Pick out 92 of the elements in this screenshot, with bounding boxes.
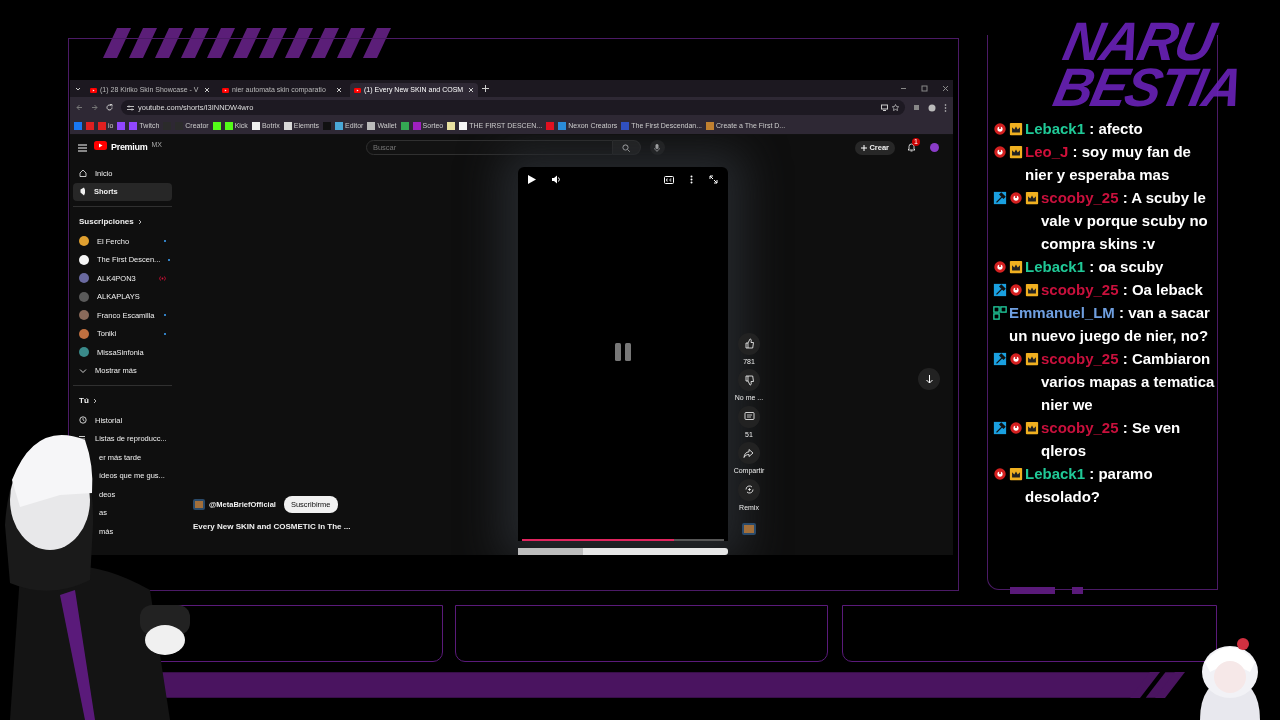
badge-ring-icon bbox=[993, 122, 1007, 136]
video-logo-icon bbox=[354, 87, 361, 93]
comment-icon bbox=[743, 411, 755, 422]
chevron-down-icon bbox=[79, 367, 87, 374]
dislike-icon bbox=[743, 374, 755, 386]
volume-icon[interactable] bbox=[552, 175, 561, 184]
hammer-icon bbox=[993, 283, 1007, 297]
star-icon[interactable] bbox=[892, 104, 899, 111]
badge-ring-icon bbox=[993, 145, 1007, 159]
menu-icon[interactable] bbox=[78, 143, 87, 152]
crown-icon bbox=[1009, 145, 1023, 159]
playlist-icon bbox=[79, 434, 87, 443]
hammer-icon bbox=[993, 421, 1007, 435]
grid-badge-icon bbox=[993, 306, 1007, 320]
close-icon[interactable] bbox=[942, 85, 949, 92]
chat-message: scooby_25 : Se ven qleros bbox=[1041, 418, 1182, 461]
video-title[interactable]: Every New SKIN and COSMETIC In The ... bbox=[193, 521, 440, 533]
home-icon bbox=[79, 169, 87, 178]
bookmark-icon[interactable] bbox=[400, 122, 409, 130]
microphone-button[interactable] bbox=[649, 140, 665, 155]
badge-ring-icon bbox=[1009, 191, 1023, 205]
bell-icon[interactable] bbox=[907, 143, 916, 152]
chat-message: Leback1 : afecto bbox=[1025, 119, 1144, 139]
chat-message: scooby_25 : Cambiaron varios mapas a tematica nier we bbox=[1041, 349, 1216, 415]
badge-ring-icon bbox=[1009, 352, 1023, 366]
crown-icon bbox=[1009, 260, 1023, 274]
play-icon[interactable] bbox=[528, 175, 536, 184]
profile-avatar-icon[interactable] bbox=[928, 103, 936, 112]
search-button[interactable] bbox=[612, 140, 641, 155]
share-button[interactable] bbox=[738, 442, 760, 464]
hammer-icon bbox=[993, 191, 1007, 205]
crown-icon bbox=[1025, 352, 1039, 366]
close-icon[interactable] bbox=[468, 87, 474, 93]
chat-message: Leo_J : soy muy fan de nier y esperaba mas bbox=[1025, 142, 1192, 185]
cast-icon[interactable] bbox=[881, 104, 888, 111]
arrow-down-icon bbox=[924, 374, 934, 384]
badge-ring-icon bbox=[993, 260, 1007, 274]
video-logo-icon bbox=[90, 87, 97, 93]
like-button[interactable] bbox=[738, 332, 760, 355]
minimize-icon[interactable] bbox=[900, 85, 907, 92]
section-heading[interactable]: Tú bbox=[79, 395, 89, 407]
logo-text: NARU bbox=[1060, 18, 1220, 64]
chevron-right-icon bbox=[92, 398, 97, 404]
plus-icon[interactable] bbox=[482, 85, 489, 92]
chat-message: Leback1 : oa scuby bbox=[1025, 257, 1165, 277]
more-icon[interactable] bbox=[690, 175, 693, 184]
back-icon[interactable] bbox=[76, 104, 83, 111]
crown-icon bbox=[1025, 191, 1039, 205]
channel-avatar-icon[interactable] bbox=[193, 498, 205, 510]
extensions-icon[interactable] bbox=[913, 104, 920, 111]
youtube-logo-icon[interactable] bbox=[94, 140, 107, 150]
pause-icon[interactable] bbox=[615, 342, 631, 361]
like-icon bbox=[743, 338, 755, 349]
hammer-icon bbox=[993, 352, 1007, 366]
bookmark-icon[interactable] bbox=[447, 122, 456, 130]
close-icon[interactable] bbox=[204, 87, 210, 93]
avatar-icon[interactable] bbox=[930, 143, 939, 152]
crown-icon bbox=[1025, 283, 1039, 297]
dislike-button[interactable] bbox=[738, 369, 760, 391]
brand-name[interactable]: Premium bbox=[111, 140, 148, 155]
maximize-icon[interactable] bbox=[921, 85, 928, 92]
history-icon bbox=[79, 416, 87, 425]
comment-button[interactable] bbox=[738, 405, 760, 428]
chat-message: Leback1 : paramo desolado? bbox=[1025, 464, 1154, 507]
video-logo-icon bbox=[222, 87, 229, 93]
remix-icon bbox=[743, 484, 755, 495]
badge-ring-icon bbox=[1009, 283, 1023, 297]
shorts-icon bbox=[79, 187, 86, 197]
microphone-icon bbox=[654, 143, 661, 152]
section-heading[interactable]: Suscripciones bbox=[79, 216, 134, 228]
chevron-right-icon bbox=[137, 219, 142, 225]
plus-icon bbox=[861, 144, 868, 151]
badge-ring-icon bbox=[1009, 421, 1023, 435]
chat-message: scooby_25 : A scuby le vale v porque scuby no compra skins :v bbox=[1041, 188, 1209, 254]
share-icon bbox=[743, 447, 755, 459]
captions-icon[interactable] bbox=[664, 175, 674, 184]
chat-message: scooby_25 : Oa leback bbox=[1041, 280, 1204, 300]
remix-button[interactable] bbox=[738, 478, 760, 501]
close-icon[interactable] bbox=[336, 87, 342, 93]
crown-icon bbox=[1009, 122, 1023, 136]
crown-icon bbox=[1025, 421, 1039, 435]
channel-avatar-icon[interactable] bbox=[742, 523, 756, 535]
bookmark-icon[interactable] bbox=[212, 122, 221, 130]
chat-message: Emmanuel_LM : van a sacar un nuevo juego de nier, no? bbox=[1009, 303, 1211, 346]
forward-icon[interactable] bbox=[91, 104, 98, 111]
badge-ring-icon bbox=[993, 467, 1007, 481]
next-button[interactable] bbox=[918, 368, 940, 390]
crown-icon bbox=[1009, 467, 1023, 481]
reload-icon[interactable] bbox=[106, 104, 113, 111]
fullscreen-icon[interactable] bbox=[709, 175, 718, 184]
tune-icon bbox=[127, 104, 134, 111]
search-icon bbox=[622, 143, 631, 152]
